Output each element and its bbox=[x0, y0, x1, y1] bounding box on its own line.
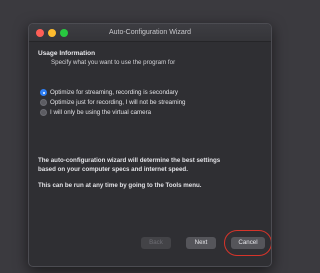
next-button[interactable]: Next bbox=[186, 237, 216, 249]
option-label[interactable]: Optimize for streaming, recording is sec… bbox=[50, 88, 178, 97]
info-text: The auto-configuration wizard will deter… bbox=[38, 157, 264, 174]
option-label[interactable]: Optimize just for recording, I will not … bbox=[50, 98, 186, 107]
screen: Auto-Configuration Wizard Usage Informat… bbox=[0, 0, 300, 273]
title-bar[interactable]: Auto-Configuration Wizard bbox=[29, 24, 271, 42]
radio-selected-icon[interactable] bbox=[40, 89, 47, 96]
tools-menu-note: This can be run at any time by going to … bbox=[38, 182, 202, 189]
option-label[interactable]: I will only be using the virtual camera bbox=[50, 108, 151, 117]
wizard-window: Auto-Configuration Wizard Usage Informat… bbox=[28, 23, 272, 267]
usage-subtitle: Specify what you want to use the program… bbox=[51, 59, 176, 66]
radio-icon[interactable] bbox=[40, 109, 47, 116]
window-title: Auto-Configuration Wizard bbox=[108, 29, 192, 36]
usage-heading: Usage Information bbox=[38, 50, 96, 57]
back-button[interactable]: Back bbox=[141, 237, 171, 249]
cancel-highlight-circle bbox=[224, 230, 271, 256]
radio-icon[interactable] bbox=[40, 99, 47, 106]
info-line: The auto-configuration wizard will deter… bbox=[38, 157, 221, 164]
info-line: based on your computer specs and interne… bbox=[38, 165, 188, 173]
